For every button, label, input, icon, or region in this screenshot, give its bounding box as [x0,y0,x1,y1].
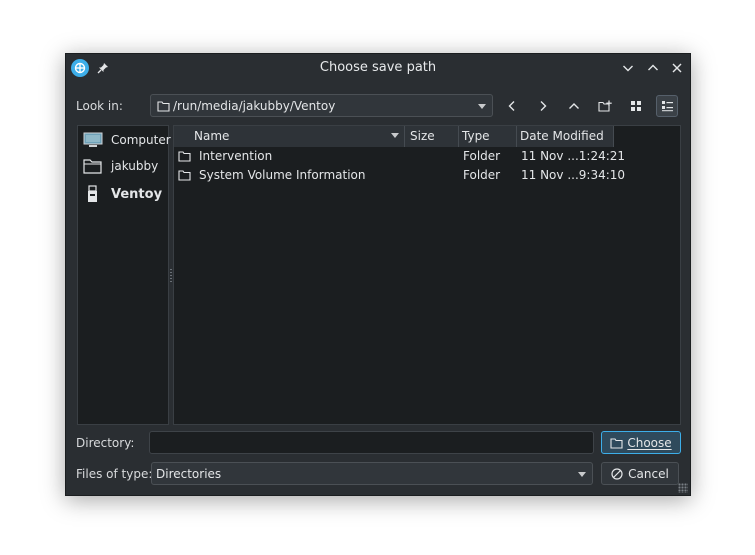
icon-view-icon [631,101,641,111]
forward-icon [540,101,547,111]
file-modified: 11 Nov ...1:24:21 [521,149,626,163]
file-type: Folder [463,168,501,182]
place-ventoy[interactable]: Ventoy [83,183,162,205]
folder-icon [610,437,623,449]
column-header-size[interactable]: Size [405,126,459,147]
cancel-button-label: Cancel [628,466,669,481]
parent-folder-button[interactable] [563,95,585,117]
column-header-type[interactable]: Type [459,126,517,147]
usb-drive-icon [88,185,97,202]
icon-view-button[interactable] [625,95,647,117]
back-icon [508,101,515,111]
file-name: Intervention [199,149,273,163]
back-button[interactable] [501,95,523,117]
place-jakubby[interactable]: jakubby [83,155,158,177]
place-label: jakubby [111,159,159,173]
look-in-path: /run/media/jakubby/Ventoy [173,99,336,113]
up-arrow-icon [569,103,579,109]
file-type-combobox[interactable]: Directories [151,462,593,485]
close-icon[interactable] [669,60,685,76]
column-header-name[interactable]: Name [174,126,405,147]
file-row[interactable]: Intervention Folder 11 Nov ...1:24:21 [174,147,680,166]
detail-view-icon [661,101,673,112]
chevron-down-icon [478,104,486,109]
chevron-down-icon [578,472,586,477]
place-label: Computer [111,133,171,147]
column-header-date-modified[interactable]: Date Modified [517,126,614,147]
new-folder-button[interactable] [594,95,616,117]
sort-indicator-icon [391,133,399,138]
choose-button-label: Choose [627,435,672,450]
directory-input[interactable] [149,431,594,454]
forward-button[interactable] [532,95,554,117]
home-folder-icon [83,159,102,174]
choose-button[interactable]: Choose [601,431,681,454]
splitter-handle[interactable] [170,269,172,283]
file-type-value: Directories [156,467,222,481]
file-row[interactable]: System Volume Information Folder 11 Nov … [174,166,680,185]
window-title: Choose save path [319,60,437,75]
folder-icon [157,100,170,115]
resize-grip[interactable] [678,483,688,493]
files-of-type-label: Files of type: [76,467,153,481]
save-path-dialog: Choose save path Look in: /run/media/jak… [65,53,691,496]
title-bar[interactable]: Choose save path [66,54,690,82]
place-label: Ventoy [111,186,163,202]
cancel-icon [611,467,623,480]
directory-label: Directory: [76,436,135,450]
look-in-combobox[interactable]: /run/media/jakubby/Ventoy [150,94,493,117]
detail-view-button[interactable] [656,95,678,117]
maximize-icon[interactable] [645,60,661,76]
look-in-label: Look in: [76,99,123,113]
file-type: Folder [463,149,501,163]
new-folder-icon [598,100,612,112]
minimize-icon[interactable] [620,60,636,76]
cancel-button[interactable]: Cancel [601,462,679,485]
file-list: Name Size Type Date Modified Interventio… [173,125,681,425]
computer-icon [83,132,103,147]
folder-icon [178,169,191,184]
folder-icon [178,150,191,165]
places-sidebar: Computer jakubby Ventoy [77,125,171,425]
file-modified: 11 Nov ...9:34:10 [521,168,626,182]
file-name: System Volume Information [199,168,366,182]
place-computer[interactable]: Computer [83,129,171,151]
